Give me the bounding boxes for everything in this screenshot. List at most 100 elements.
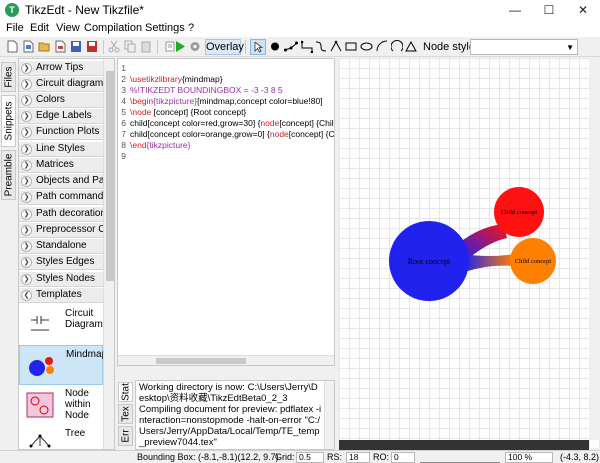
code-line[interactable]: 7 child[concept color=orange,grow=0] {nod…	[118, 129, 334, 140]
chevron-icon: ❯	[21, 241, 32, 252]
tab-files[interactable]: Files	[1, 62, 16, 92]
template-label: Node within Node	[65, 388, 91, 421]
menu-file[interactable]: File	[6, 22, 24, 34]
snippet-category[interactable]: ❯ Colors	[19, 93, 103, 108]
code-line[interactable]: 6 child[concept color=red,grow=30] {node[…	[118, 118, 334, 129]
new-from-template-icon[interactable]	[22, 40, 34, 53]
snippet-category[interactable]: ❯ Function Plots	[19, 125, 103, 140]
snippet-category[interactable]: ❯ Path commands	[19, 190, 103, 205]
template-item[interactable]: Circuit Diagram	[19, 305, 103, 345]
paste-icon[interactable]	[140, 40, 152, 53]
snippet-category[interactable]: ❯ Edge Labels	[19, 109, 103, 124]
preview-horizontal-scrollbar[interactable]	[339, 440, 589, 450]
snippet-category[interactable]: ❯ Matrices	[19, 158, 103, 173]
tab-status[interactable]: Stat	[118, 382, 133, 402]
scrollbar-thumb[interactable]	[106, 71, 114, 281]
tab-status-label: Stat	[120, 383, 131, 401]
tab-snippets[interactable]: Snippets	[1, 95, 16, 147]
code-text: \usetikzlibrary{mindmap}	[130, 74, 223, 85]
grid-label: Grid:	[275, 452, 295, 462]
snippet-category[interactable]: ❯ Circuit diagrams	[19, 77, 103, 92]
snippet-category-expanded[interactable]: ❮ Templates	[19, 288, 103, 303]
ro-stepper[interactable]: 0	[391, 452, 415, 463]
root-concept-label: Root concept	[408, 257, 451, 266]
bezier-tool-icon[interactable]	[315, 40, 327, 53]
code-line[interactable]: 8 \end{tikzpicture}	[118, 140, 334, 151]
console-scrollbar[interactable]	[324, 381, 334, 449]
snippet-category[interactable]: ❯ Styles Nodes	[19, 272, 103, 287]
menu-edit[interactable]: Edit	[30, 22, 49, 34]
node-within-node-thumbnail-icon	[26, 392, 54, 418]
select-tool-button[interactable]	[250, 39, 266, 55]
scrollbar-thumb[interactable]	[156, 358, 246, 364]
snippet-category-label: Objects and Paths	[36, 175, 103, 186]
snippet-category[interactable]: ❯ Standalone	[19, 239, 103, 254]
bounding-box-readout: Bounding Box: (-8.1,-8.1)(12.2, 9.7)	[137, 452, 279, 462]
menu-compilation[interactable]: Compilation	[84, 22, 142, 34]
snippet-category[interactable]: ❯ Objects and Paths	[19, 174, 103, 189]
preview-canvas[interactable]: Root concept Child concept Child concept	[339, 58, 600, 448]
chevron-down-icon: ▼	[566, 43, 574, 52]
path-tool-icon[interactable]	[301, 40, 313, 53]
save-as-icon[interactable]	[86, 40, 98, 53]
arc-tool-icon[interactable]	[391, 40, 403, 53]
code-line[interactable]: 9	[118, 151, 334, 162]
save-icon[interactable]	[70, 40, 82, 53]
grid-stepper[interactable]: 0.5	[296, 452, 324, 463]
snippet-category[interactable]: ❯ Styles Edges	[19, 255, 103, 270]
zoom-slider[interactable]	[420, 453, 500, 463]
node-tool-icon[interactable]	[269, 40, 281, 53]
menu-bar: File Edit View Compilation Settings ?	[0, 20, 600, 37]
window-title: TikzEdt - New Tikzfile*	[25, 3, 144, 17]
mindmap-thumbnail-icon	[29, 357, 54, 376]
snippet-category[interactable]: ❯ Arrow Tips	[19, 61, 103, 76]
rs-stepper[interactable]: 18	[346, 452, 370, 463]
open-file-icon[interactable]	[54, 40, 66, 53]
gear-icon[interactable]	[189, 40, 201, 53]
ellipse-tool-icon[interactable]	[360, 40, 373, 53]
tab-tex-output[interactable]: Tex	[118, 404, 133, 424]
minimize-button[interactable]: —	[498, 0, 532, 20]
snippet-category-label: Colors	[36, 94, 65, 105]
line-number: 8	[121, 140, 126, 150]
copy-icon[interactable]	[124, 40, 136, 53]
preview-vertical-scrollbar[interactable]	[589, 58, 600, 440]
code-line[interactable]: 1	[118, 63, 334, 74]
close-button[interactable]: ✕	[566, 0, 600, 20]
new-file-icon[interactable]	[6, 40, 18, 53]
maximize-button[interactable]: ☐	[532, 0, 566, 20]
editor-horizontal-scrollbar[interactable]	[118, 355, 334, 365]
open-folder-icon[interactable]	[38, 40, 50, 53]
tab-errors[interactable]: Err	[118, 426, 133, 446]
menu-help[interactable]: ?	[188, 22, 194, 34]
app-logo-icon: T	[5, 3, 19, 17]
code-text: %!TIKZEDT BOUNDINGBOX = -3 -3 8 5	[130, 85, 283, 96]
snippets-scrollbar[interactable]	[103, 59, 114, 449]
smooth-curve-tool-icon[interactable]	[330, 40, 342, 53]
rectangle-tool-icon[interactable]	[345, 40, 357, 53]
edge-tool-icon[interactable]	[284, 40, 298, 53]
overlay-toggle-button[interactable]: Overlay	[205, 39, 244, 55]
snippet-category[interactable]: ❯ Preprocessor Commands	[19, 223, 103, 238]
node-style-select[interactable]: ▼	[470, 39, 578, 55]
code-line[interactable]: 3 %!TIKZEDT BOUNDINGBOX = -3 -3 8 5	[118, 85, 334, 96]
menu-settings[interactable]: Settings	[145, 22, 185, 34]
zoom-select[interactable]: 100 %	[505, 452, 553, 463]
console-output[interactable]: Working directory is now: C:\Users\Jerry…	[135, 380, 335, 450]
rotate-tool-icon[interactable]	[405, 40, 418, 53]
snippet-category[interactable]: ❯ Path decorations	[19, 207, 103, 222]
template-item[interactable]: Mindmap	[19, 345, 107, 385]
menu-view[interactable]: View	[56, 22, 80, 34]
grid-tool-icon[interactable]	[376, 40, 388, 53]
code-line[interactable]: 5 \node [concept] {Root concept}	[118, 107, 334, 118]
template-item[interactable]: Node within Node	[19, 385, 103, 425]
code-editor[interactable]: 1 2 \usetikzlibrary{mindmap} 3 %!TIKZEDT BOU…	[117, 58, 335, 366]
code-line[interactable]: 2 \usetikzlibrary{mindmap}	[118, 74, 334, 85]
compile-run-icon[interactable]	[174, 40, 186, 53]
snippet-category-label: Function Plots	[36, 126, 100, 137]
code-line[interactable]: 4 \begin{tikzpicture}[mindmap,concept col…	[118, 96, 334, 107]
tab-preamble[interactable]: Preamble	[1, 150, 16, 200]
cut-icon[interactable]	[108, 40, 120, 53]
template-item[interactable]: Tree	[19, 425, 103, 449]
snippet-category[interactable]: ❯ Line Styles	[19, 142, 103, 157]
